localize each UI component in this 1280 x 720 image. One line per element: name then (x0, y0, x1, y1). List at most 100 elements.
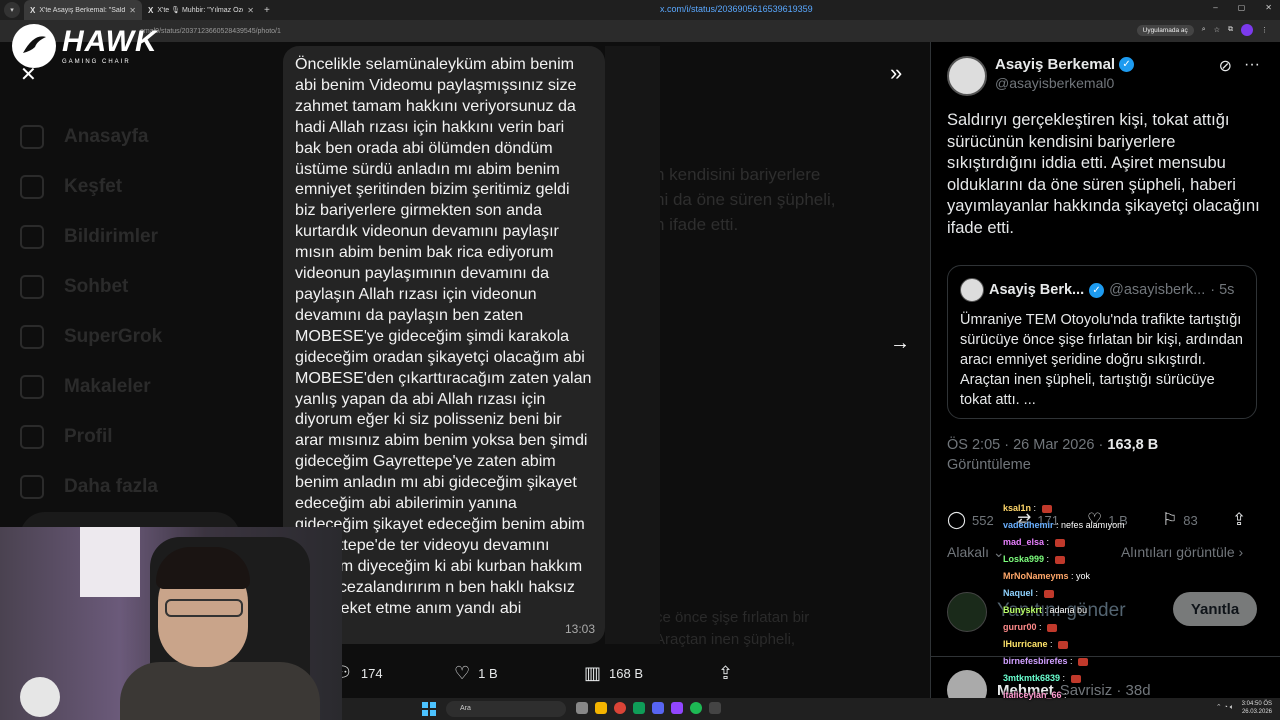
url-overlay-text: x.com/i/status/2036905616539619359 (660, 4, 813, 14)
tab-active[interactable]: X X'te Asayiş Berkemal: "Saldırıy... ✕ (24, 0, 142, 20)
analytics-icon: ▥ (584, 662, 602, 683)
hawk-name: HAWK (62, 25, 158, 58)
expand-panel-icon[interactable]: » (890, 60, 902, 86)
chat-user: ksal1n (1003, 503, 1032, 513)
chat-user: vadedhemir (1003, 520, 1054, 530)
discord-icon[interactable] (652, 702, 664, 714)
tab-title: X'te 🎙 Muhbir: "Yılmaz Özdil... (157, 7, 243, 14)
article-icon (20, 375, 44, 399)
user-avatar (947, 592, 987, 632)
close-window-icon[interactable]: ✕ (1265, 3, 1272, 12)
url-field[interactable]: emal0/status/2037123660528439545/photo/1 (140, 28, 281, 35)
heart-icon: ♡ (454, 662, 471, 683)
bg-tweet-text: n kendisini bariyerlere ni da öne süren … (655, 165, 836, 234)
task-view-icon[interactable] (576, 702, 588, 714)
app-icon[interactable] (633, 702, 645, 714)
emote-icon (1054, 555, 1065, 564)
reply-button[interactable]: ◯ 552 (947, 510, 994, 530)
views-label: Görüntüleme (947, 457, 1031, 473)
zoom-icon[interactable]: ⌕ (1202, 26, 1206, 34)
emote-icon (1047, 623, 1058, 632)
sort-dropdown[interactable]: Alakalı ⌄ (947, 544, 1005, 560)
author-handle[interactable]: @asayisberkemal0 (995, 75, 1134, 91)
chat-user: Naquel (1003, 588, 1034, 598)
hawk-subtitle: GAMING CHAIR (62, 59, 131, 65)
bg-nav-item: Keşfet (20, 162, 240, 212)
chat-message: italiceylan_66 : (1003, 690, 1067, 700)
chat-text: yok (1076, 571, 1091, 581)
tweet-timestamp[interactable]: ÖS 2:05 · 26 Mar 2026 · (947, 437, 1107, 453)
x-logo-icon: X (30, 5, 36, 15)
hawk-badge-icon (12, 24, 56, 68)
tweet-body: Saldırıyı gerçekleştiren kişi, tokat att… (947, 111, 1260, 237)
address-bar: emal0/status/2037123660528439545/photo/1… (0, 20, 1280, 42)
grok-explain-icon[interactable]: ⊘ (1219, 56, 1232, 76)
viewer-views[interactable]: ▥ 168 B (584, 663, 643, 684)
taskbar-search[interactable]: Ara (446, 701, 566, 717)
close-tab-icon[interactable]: ✕ (129, 6, 136, 15)
spotify-icon[interactable] (690, 702, 702, 714)
emote-icon (1070, 674, 1081, 683)
tab-title: X'te Asayiş Berkemal: "Saldırıy... (39, 6, 126, 14)
chat-text: nefes alamıyom (1061, 520, 1125, 530)
hawk-logo: HAWK GAMING CHAIR (12, 24, 158, 68)
bg-nav-item: SuperGrok (20, 312, 240, 362)
close-tab-icon[interactable]: ✕ (247, 6, 254, 15)
chat-message: Bunyskrt : adana bu (1003, 605, 1088, 615)
system-tray[interactable]: ⌃ ◔ 🔈︎ (1216, 703, 1234, 712)
quote-author-name: Asayiş Berk... (989, 282, 1085, 298)
tab-search-button[interactable]: ▾ (4, 2, 20, 18)
tweet-author[interactable]: Asayiş Berkemal ✓ @asayisberkemal0 (947, 56, 1135, 96)
background-sidebar: Anasayfa Keşfet Bildirimler Sohbet Super… (20, 112, 240, 512)
clock-date: 26.03.2026 (1241, 709, 1272, 715)
viewer-reply-count: 174 (360, 665, 383, 681)
emote-icon (1054, 538, 1065, 547)
chat-user: Loska999 (1003, 554, 1045, 564)
next-photo-icon[interactable]: → (890, 332, 910, 355)
minimize-icon[interactable]: – (1213, 3, 1217, 12)
stream-chat: ksal1n : vadedhemir : nefes alamıyom mad… (1003, 500, 1203, 704)
open-in-app-button[interactable]: Uygulamada aç (1136, 24, 1194, 36)
quoted-tweet[interactable]: Asayiş Berk... ✓ @asayisberk... · 5s Ümr… (947, 265, 1257, 419)
share-button[interactable]: ⇪ (1232, 510, 1246, 530)
obs-icon[interactable] (709, 702, 721, 714)
menu-icon[interactable]: ⋮ (1261, 26, 1268, 34)
maximize-icon[interactable]: ▢ (1238, 3, 1246, 12)
verified-badge-icon: ✓ (1089, 282, 1105, 298)
emote-icon (1041, 504, 1052, 513)
bg-nav-item: Makaleler (20, 362, 240, 412)
twitch-icon[interactable] (671, 702, 683, 714)
bg-nav-item: Anasayfa (20, 112, 240, 162)
file-explorer-icon[interactable] (595, 702, 607, 714)
cam-glasses (165, 599, 243, 617)
taskbar-apps (576, 702, 721, 714)
tweet-meta: ÖS 2:05 · 26 Mar 2026 · 163,8 B Görüntül… (947, 437, 1158, 473)
profile-avatar[interactable] (1241, 24, 1253, 36)
new-tab-button[interactable]: + (264, 5, 270, 16)
verified-badge-icon: ✓ (1119, 57, 1135, 72)
webcam-feed (0, 527, 342, 720)
chat-message: MrNoNameyms : yok (1003, 571, 1091, 581)
cam-tissue-roll (20, 677, 60, 717)
chat-user: gurur00 (1003, 622, 1037, 632)
more-options-icon[interactable]: ··· (1244, 56, 1260, 76)
chat-text: adana bu (1049, 605, 1088, 615)
bg-nav-item: Profil (20, 412, 240, 462)
chat-user: lHurricane (1003, 639, 1048, 649)
author-avatar[interactable] (947, 56, 987, 96)
chrome-icon[interactable] (614, 702, 626, 714)
bookmark-star-icon[interactable]: ☆ (1214, 26, 1220, 34)
taskbar-clock[interactable]: 3:04:50 ÖS 26.03.2026 (1242, 700, 1272, 716)
author-name[interactable]: Asayiş Berkemal (995, 56, 1115, 73)
windows-start-icon[interactable] (422, 702, 436, 716)
extensions-icon[interactable]: ⧉ (1228, 26, 1233, 34)
viewer-like-count: 1 B (478, 665, 498, 681)
viewer-like-button[interactable]: ♡ 1 B (454, 663, 498, 684)
clock-time: 3:04:50 ÖS (1241, 701, 1272, 707)
viewer-share-button[interactable]: ⇪ (718, 663, 733, 684)
more-icon (20, 475, 44, 499)
bg-nav-item: Daha fazla (20, 462, 240, 512)
photo-side-shade (605, 46, 660, 644)
tab-inactive[interactable]: X X'te 🎙 Muhbir: "Yılmaz Özdil... ✕ (142, 0, 260, 20)
search-icon (20, 175, 44, 199)
